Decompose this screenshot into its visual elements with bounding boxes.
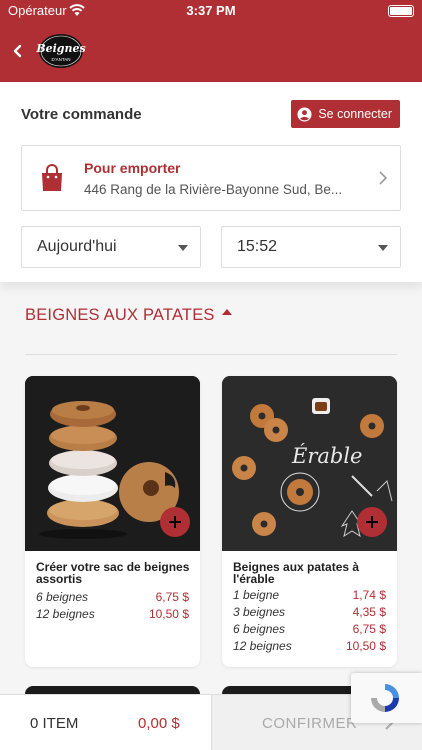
price-row: 12 beignes 10,50 $ bbox=[233, 638, 386, 655]
user-circle-icon bbox=[297, 106, 312, 122]
price-label: 10,50 $ bbox=[148, 607, 189, 621]
pickup-address: 446 Rang de la Rivière-Bayonne Sud, Be..… bbox=[84, 182, 343, 197]
price-label: 6,75 $ bbox=[352, 622, 386, 636]
pickup-selector[interactable]: Pour emporter 446 Rang de la Rivière-Bay… bbox=[21, 145, 401, 211]
caret-up-icon[interactable] bbox=[222, 309, 232, 315]
status-bar: Opérateur 3:37 PM bbox=[0, 0, 422, 22]
recaptcha-icon bbox=[371, 684, 399, 712]
section-divider bbox=[25, 354, 397, 355]
quantity-label: 1 beigne bbox=[233, 588, 280, 602]
quantity-label: 12 beignes bbox=[233, 639, 292, 653]
chevron-left-icon[interactable] bbox=[4, 36, 34, 66]
product-card-peek[interactable] bbox=[25, 686, 200, 694]
order-panel: Votre commande Se connecter Pour emporte… bbox=[0, 82, 422, 282]
section-title[interactable]: BEIGNES AUX PATATES bbox=[25, 306, 215, 325]
menu-content: BEIGNES AUX PATATES Créer votre sac de b… bbox=[0, 282, 422, 694]
maple-chalk-text: Érable bbox=[291, 444, 362, 468]
price-row: 1 beigne 1,74 $ bbox=[233, 587, 386, 604]
pickup-title: Pour emporter bbox=[84, 160, 181, 176]
quantity-label: 6 beignes bbox=[233, 622, 286, 636]
clock: 3:37 PM bbox=[186, 3, 236, 18]
quantity-label: 3 beignes bbox=[233, 605, 286, 619]
shopping-bag-icon bbox=[42, 164, 62, 191]
price-row: 6 beignes 6,75 $ bbox=[233, 621, 386, 638]
login-label: Se connecter bbox=[318, 107, 392, 121]
plus-icon bbox=[169, 516, 181, 528]
product-card[interactable]: Créer votre sac de beignes assortis 6 be… bbox=[25, 376, 200, 667]
recaptcha-badge[interactable] bbox=[351, 673, 422, 723]
cart-item-count: 0 ITEM bbox=[30, 715, 79, 732]
battery-icon bbox=[388, 5, 414, 17]
quantity-label: 12 beignes bbox=[36, 607, 95, 621]
chevron-right-icon bbox=[379, 171, 388, 185]
app-header: Beignes D'ANTAN bbox=[0, 22, 422, 82]
login-button[interactable]: Se connecter bbox=[291, 100, 400, 128]
brand-logo[interactable]: Beignes D'ANTAN bbox=[36, 32, 86, 70]
logo-subtext: D'ANTAN bbox=[51, 57, 70, 62]
logo-text: Beignes bbox=[36, 42, 86, 55]
caret-down-icon bbox=[378, 245, 388, 251]
product-card[interactable]: Érable Beignes aux patates à l'érable 1 … bbox=[222, 376, 397, 667]
order-title: Votre commande bbox=[21, 106, 142, 123]
price-label: 10,50 $ bbox=[345, 639, 386, 653]
time-select[interactable]: 15:52 bbox=[221, 226, 401, 268]
add-to-cart-button[interactable] bbox=[357, 507, 387, 537]
price-label: 6,75 $ bbox=[155, 590, 189, 604]
price-label: 4,35 $ bbox=[352, 605, 386, 619]
confirm-label: CONFIRMER bbox=[262, 715, 358, 732]
cart-total: 0,00 $ bbox=[138, 715, 180, 732]
price-label: 1,74 $ bbox=[352, 588, 386, 602]
day-select-value: Aujourd'hui bbox=[37, 238, 117, 255]
day-select[interactable]: Aujourd'hui bbox=[21, 226, 201, 268]
product-name: Créer votre sac de beignes assortis bbox=[36, 560, 190, 586]
price-list: 6 beignes 6,75 $ 12 beignes 10,50 $ bbox=[36, 589, 189, 623]
product-name: Beignes aux patates à l'érable bbox=[233, 560, 360, 586]
add-to-cart-button[interactable] bbox=[160, 507, 190, 537]
caret-down-icon bbox=[178, 245, 188, 251]
plus-icon bbox=[366, 516, 378, 528]
price-row: 12 beignes 10,50 $ bbox=[36, 606, 189, 623]
time-select-value: 15:52 bbox=[237, 238, 278, 255]
quantity-label: 6 beignes bbox=[36, 590, 89, 604]
price-row: 6 beignes 6,75 $ bbox=[36, 589, 189, 606]
price-list: 1 beigne 1,74 $ 3 beignes 4,35 $ 6 beign… bbox=[233, 587, 386, 655]
price-row: 3 beignes 4,35 $ bbox=[233, 604, 386, 621]
